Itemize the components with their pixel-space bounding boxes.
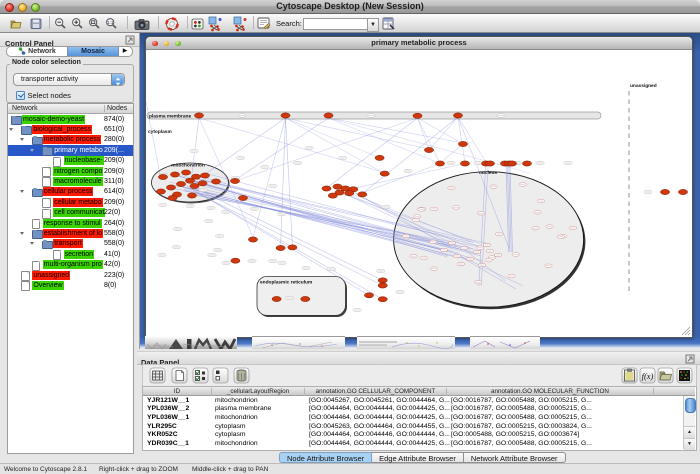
- svg-text:mitochondrion: mitochondrion: [171, 163, 205, 169]
- svg-text:unassigned: unassigned: [630, 83, 657, 89]
- svg-text:endoplasmic reticulum: endoplasmic reticulum: [260, 280, 312, 286]
- svg-text:f(x): f(x): [642, 371, 654, 381]
- svg-text:plasma membrane: plasma membrane: [149, 114, 191, 120]
- svg-text:nucleus: nucleus: [479, 170, 497, 176]
- svg-text:1:1: 1:1: [107, 20, 114, 25]
